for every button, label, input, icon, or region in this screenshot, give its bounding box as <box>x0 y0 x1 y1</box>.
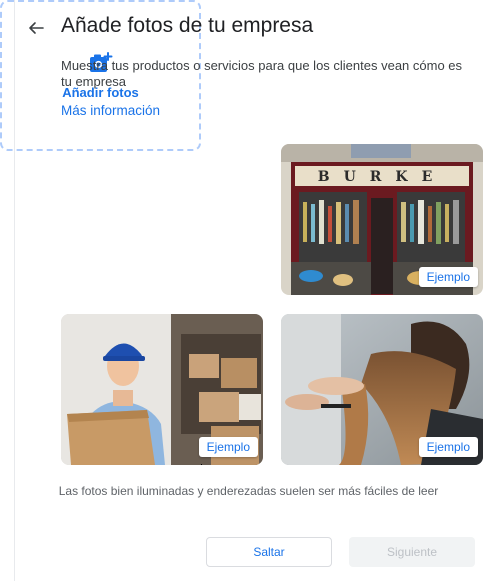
next-button[interactable]: Siguiente <box>349 537 475 567</box>
shop-sign-text: BURKE <box>318 169 447 185</box>
page-description: Muestra tus productos o servicios para q… <box>61 58 463 89</box>
skip-button[interactable]: Saltar <box>206 537 332 567</box>
photo-tip-text: Las fotos bien iluminadas y enderezadas … <box>58 484 439 498</box>
page-title: Añade fotos de tu empresa <box>61 14 314 37</box>
example-photo-shopfront: BURKE Ejemplo <box>281 144 483 295</box>
example-photo-hairdresser: Ejemplo <box>281 314 483 465</box>
arrow-back-icon <box>29 22 44 34</box>
more-info-link[interactable]: Más información <box>61 103 160 118</box>
example-badge: Ejemplo <box>198 437 258 457</box>
back-button[interactable] <box>24 16 48 40</box>
example-badge: Ejemplo <box>418 267 478 287</box>
example-photo-delivery: Ejemplo <box>61 314 263 465</box>
example-badge: Ejemplo <box>418 437 478 457</box>
